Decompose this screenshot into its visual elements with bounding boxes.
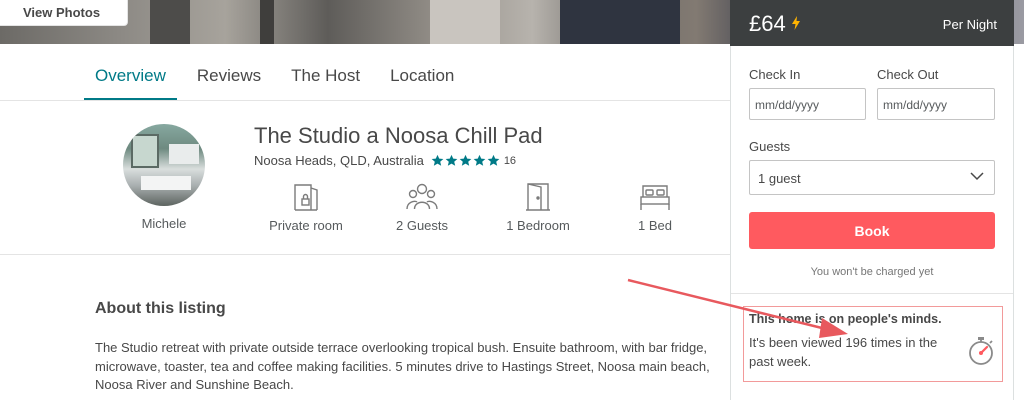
amenity-private-room: Private room <box>251 182 361 233</box>
section-divider <box>0 254 730 255</box>
tab-the-host[interactable]: The Host <box>291 66 360 100</box>
star-icon <box>487 154 500 166</box>
star-icon <box>473 154 486 166</box>
amenity-bedroom: 1 Bedroom <box>483 182 593 233</box>
popularity-text: It's been viewed 196 times in the past w… <box>749 335 938 369</box>
stopwatch-icon <box>969 337 993 365</box>
tabs-divider <box>0 100 730 101</box>
review-count[interactable]: 16 <box>504 155 516 167</box>
tab-location[interactable]: Location <box>390 66 454 100</box>
chevron-down-icon <box>970 172 984 181</box>
view-photos-button[interactable]: View Photos <box>0 0 128 26</box>
tab-overview[interactable]: Overview <box>84 66 177 100</box>
check-in-label: Check In <box>749 67 801 82</box>
nightly-price: £64 <box>749 11 786 36</box>
guests-select[interactable]: 1 guest <box>749 160 995 195</box>
no-charge-note: You won't be charged yet <box>810 266 934 278</box>
tab-reviews[interactable]: Reviews <box>197 66 261 100</box>
price-bar: £64 Per Night <box>730 0 1014 46</box>
guests-label: Guests <box>749 139 791 154</box>
amenity-label: 1 Bed <box>638 218 672 233</box>
per-night-label: Per Night <box>942 17 997 32</box>
star-icon <box>445 154 458 166</box>
about-description: The Studio retreat with private outside … <box>95 340 710 392</box>
host-avatar[interactable] <box>123 124 205 206</box>
bedroom-door-icon <box>526 183 550 211</box>
listing-location-row: Noosa Heads, QLD, Australia 16 <box>254 153 516 168</box>
listing-title: The Studio a Noosa Chill Pad <box>254 123 543 148</box>
instant-book-icon[interactable] <box>792 16 800 30</box>
check-out-input[interactable]: mm/dd/yyyy <box>877 88 995 120</box>
amenity-label: 1 Bedroom <box>506 218 570 233</box>
about-heading: About this listing <box>95 300 226 317</box>
amenity-label: Private room <box>269 218 343 233</box>
amenity-label: 2 Guests <box>395 218 449 233</box>
rating-stars[interactable] <box>431 154 501 167</box>
private-room-icon <box>294 184 318 211</box>
check-out-label: Check Out <box>877 67 939 82</box>
amenity-guests: 2 Guests <box>367 182 477 233</box>
book-button[interactable]: Book <box>749 212 995 249</box>
check-in-input[interactable]: mm/dd/yyyy <box>749 88 866 120</box>
guests-icon <box>406 183 438 210</box>
listing-tabs: Overview Reviews The Host Location <box>84 66 484 100</box>
star-icon <box>431 154 444 166</box>
host-name[interactable]: Michele <box>120 216 208 231</box>
star-icon <box>459 154 472 166</box>
amenity-bed: 1 Bed <box>600 182 710 233</box>
listing-location[interactable]: Noosa Heads, QLD, Australia <box>254 153 424 168</box>
popularity-heading: This home is on people's minds. <box>749 312 942 326</box>
guests-selected-value: 1 guest <box>758 171 801 186</box>
bed-icon <box>640 185 670 210</box>
panel-divider <box>731 293 1013 294</box>
